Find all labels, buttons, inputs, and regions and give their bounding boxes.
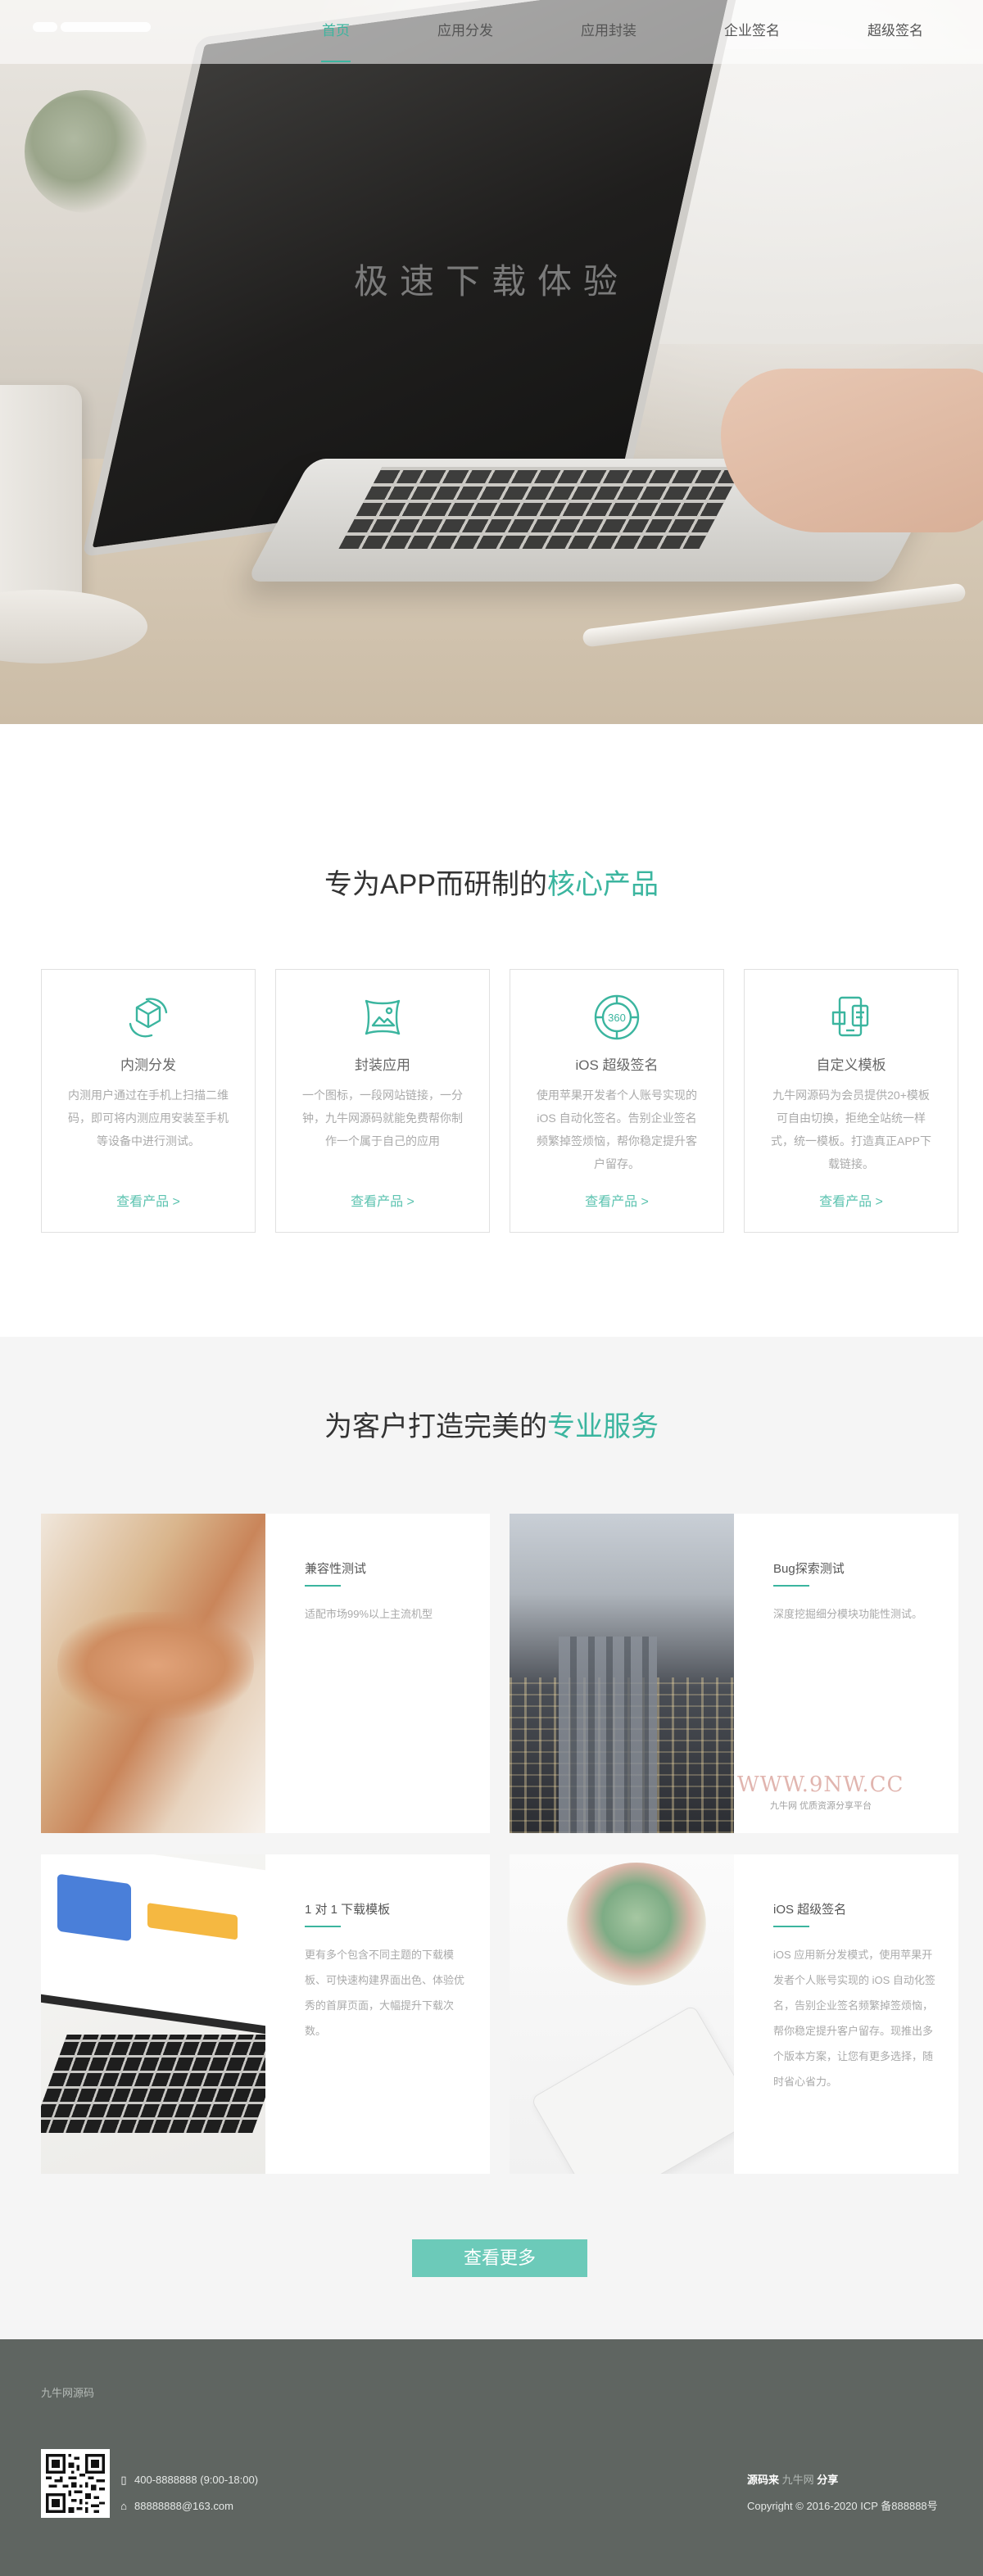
view-product-link[interactable]: 查看产品 > bbox=[745, 1190, 958, 1210]
product-card-internal-test: 内测分发 内测用户通过在手机上扫描二维码，即可将内测应用安装至手机等设备中进行测… bbox=[41, 969, 256, 1233]
footer-copyright-block: 源码来 九牛网 分享 Copyright © 2016-2020 ICP 备88… bbox=[747, 2467, 938, 2519]
360-icon: 360 bbox=[594, 994, 640, 1040]
source-site-link[interactable]: 九牛网 bbox=[782, 2474, 814, 2486]
product-name: iOS 超级签名 bbox=[575, 1057, 659, 1073]
hands-image bbox=[41, 1514, 265, 1833]
city-image bbox=[510, 1514, 734, 1833]
product-desc: 使用苹果开发者个人账号实现的 iOS 自动化签名。告别企业签名频繁掉签烦恼，帮你… bbox=[537, 1089, 697, 1170]
footer-email[interactable]: 88888888@163.com bbox=[134, 2500, 233, 2512]
service-title: 兼容性测试 bbox=[305, 1562, 367, 1576]
service-desc: 更有多个包含不同主题的下载模板、可快速构建界面出色、体验优秀的首屏页面，大幅提升… bbox=[305, 1949, 465, 2037]
footer-phone: 400-8888888 (9:00-18:00) bbox=[134, 2474, 259, 2486]
title-underline bbox=[773, 1926, 809, 1927]
products-heading: 专为APP而研制的核心产品 bbox=[0, 862, 983, 902]
product-name: 自定义模板 bbox=[816, 1057, 886, 1073]
picture-icon bbox=[365, 999, 401, 1035]
service-card-compatibility[interactable]: 兼容性测试 适配市场99%以上主流机型 bbox=[41, 1514, 490, 1833]
products-heading-highlight: 核心产品 bbox=[547, 869, 659, 900]
nav-item-super-signing[interactable]: 超级签名 bbox=[846, 0, 944, 64]
succulent-image bbox=[510, 1854, 734, 2174]
view-product-link[interactable]: 查看产品 > bbox=[42, 1190, 255, 1210]
view-more-button[interactable]: 查看更多 bbox=[412, 2239, 587, 2277]
laptop-image bbox=[41, 1854, 265, 2174]
view-product-link[interactable]: 查看产品 > bbox=[276, 1190, 489, 1210]
service-desc: iOS 应用新分发模式，使用苹果开发者个人账号实现的 iOS 自动化签名，告别企… bbox=[773, 1949, 935, 2088]
services-heading: 为客户打造完美的专业服务 bbox=[0, 1404, 983, 1444]
phone-icon: ▯ bbox=[120, 2474, 127, 2486]
services-heading-highlight: 专业服务 bbox=[547, 1411, 659, 1442]
footer-phone-row: ▯ 400-8888888 (9:00-18:00) bbox=[118, 2467, 258, 2493]
hero-title: 极速下载体验 bbox=[353, 262, 629, 301]
hero-banner: 极速下载体验 bbox=[0, 0, 983, 724]
service-title: Bug探索测试 bbox=[773, 1562, 845, 1576]
footer-contact: ▯ 400-8888888 (9:00-18:00) ⌂ 88888888@163.… bbox=[118, 2467, 258, 2519]
title-underline bbox=[305, 1585, 341, 1587]
product-name: 封装应用 bbox=[355, 1057, 410, 1073]
product-name: 内测分发 bbox=[120, 1057, 176, 1073]
service-desc: 适配市场99%以上主流机型 bbox=[305, 1608, 433, 1620]
qr-code bbox=[41, 2449, 110, 2518]
source-label: 源码来 bbox=[747, 2474, 780, 2486]
site-logo[interactable] bbox=[33, 21, 180, 54]
service-card-ios-super-sign[interactable]: iOS 超级签名 iOS 应用新分发模式，使用苹果开发者个人账号实现的 iOS … bbox=[510, 1854, 958, 2174]
footer-email-row: ⌂ 88888888@163.com bbox=[118, 2493, 258, 2519]
home-icon: ⌂ bbox=[120, 2500, 127, 2512]
product-desc: 九牛网源码为会员提供20+模板可自由切换，拒绝全站统一样式，统一模板。打造真正A… bbox=[770, 1089, 931, 1170]
template-icon bbox=[831, 996, 869, 1037]
product-card-packaging: 封装应用 一个图标，一段网站链接，一分钟，九牛网源码就能免费帮你制作一个属于自己… bbox=[275, 969, 490, 1233]
services-heading-text: 为客户打造完美的 bbox=[324, 1411, 547, 1442]
top-nav: 首页 应用分发 应用封装 企业签名 超级签名 bbox=[0, 0, 983, 64]
source-suffix: 分享 bbox=[817, 2474, 839, 2486]
site-footer: 九牛网源码 ▯ 400-8888888 (9:00-18:00) ⌂ 8888888… bbox=[0, 2339, 983, 2576]
footer-brand: 九牛网源码 bbox=[41, 2387, 95, 2399]
product-card-custom-template: 自定义模板 九牛网源码为会员提供20+模板可自由切换，拒绝全站统一样式，统一模板… bbox=[744, 969, 958, 1233]
services-section bbox=[0, 1337, 983, 2339]
product-desc: 内测用户通过在手机上扫描二维码，即可将内测应用安装至手机等设备中进行测试。 bbox=[68, 1089, 229, 1148]
hero-plant bbox=[25, 90, 147, 213]
nav-item-app-distribution[interactable]: 应用分发 bbox=[416, 0, 514, 64]
service-card-download-template[interactable]: 1 对 1 下载模板 更有多个包含不同主题的下载模板、可快速构建界面出色、体验优… bbox=[41, 1854, 490, 2174]
qr-code-icon bbox=[46, 2454, 105, 2513]
watermark-url: WWW.9NW.CC bbox=[737, 1772, 904, 1797]
watermark-tagline: 九牛网 优质资源分享平台 bbox=[770, 1801, 872, 1811]
hero-laptop-keyboard bbox=[338, 467, 743, 549]
product-card-ios-super-sign: 360 iOS 超级签名 使用苹果开发者个人账号实现的 iOS 自动化签名。告别… bbox=[510, 969, 724, 1233]
nav-item-enterprise-signing[interactable]: 企业签名 bbox=[703, 0, 801, 64]
service-desc: 深度挖掘细分模块功能性测试。 bbox=[773, 1608, 923, 1620]
product-desc: 一个图标，一段网站链接，一分钟，九牛网源码就能免费帮你制作一个属于自己的应用 bbox=[302, 1089, 463, 1148]
hero-hand bbox=[721, 369, 983, 532]
svg-text:360: 360 bbox=[608, 1012, 626, 1024]
site-watermark: WWW.9NW.CC 九牛网 优质资源分享平台 bbox=[737, 1772, 904, 1812]
copyright-text: Copyright © 2016-2020 ICP 备888888号 bbox=[747, 2500, 938, 2512]
cube-icon bbox=[129, 998, 168, 1038]
nav-item-app-packaging[interactable]: 应用封装 bbox=[559, 0, 658, 64]
service-title: iOS 超级签名 bbox=[773, 1903, 847, 1917]
products-heading-text: 专为APP而研制的 bbox=[324, 869, 548, 900]
nav-item-home[interactable]: 首页 bbox=[287, 0, 385, 64]
view-product-link[interactable]: 查看产品 > bbox=[510, 1190, 723, 1210]
service-title: 1 对 1 下载模板 bbox=[305, 1903, 391, 1917]
hero-cup bbox=[0, 385, 82, 614]
title-underline bbox=[305, 1926, 341, 1927]
title-underline bbox=[773, 1585, 809, 1587]
